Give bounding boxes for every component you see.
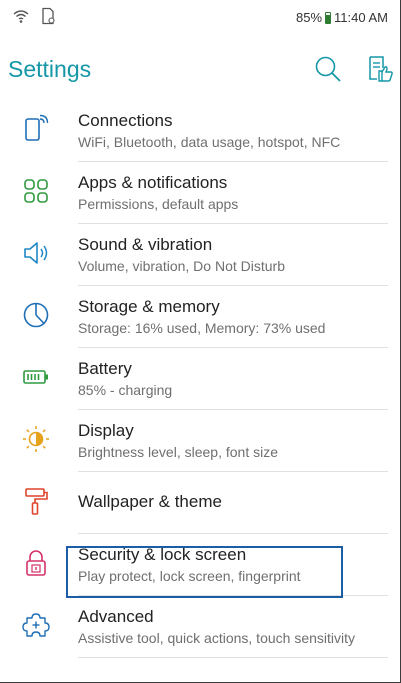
connections-icon (21, 114, 51, 144)
settings-item-wallpaper[interactable]: Wallpaper & theme (0, 472, 400, 534)
item-title: Storage & memory (78, 297, 220, 316)
item-title: Advanced (78, 607, 154, 626)
storage-pie-icon (21, 300, 51, 330)
app-bar: Settings (0, 42, 400, 98)
battery-icon (21, 362, 51, 392)
status-bar: 85% 11:40 AM (0, 0, 400, 34)
settings-item-battery[interactable]: Battery 85% - charging (0, 348, 400, 410)
item-title: Wallpaper & theme (78, 492, 222, 511)
puzzle-icon (21, 610, 51, 640)
item-title: Display (78, 421, 134, 440)
settings-item-advanced[interactable]: Advanced Assistive tool, quick actions, … (0, 596, 400, 658)
item-title: Security & lock screen (78, 545, 247, 564)
wifi-icon (12, 7, 30, 30)
paint-roller-icon (21, 486, 51, 516)
item-subtitle: Storage: 16% used, Memory: 73% used (78, 320, 326, 336)
feedback-icon[interactable] (366, 54, 396, 84)
sim-card-icon (40, 7, 56, 30)
item-subtitle: Volume, vibration, Do Not Disturb (78, 258, 285, 274)
item-subtitle: 85% - charging (78, 382, 173, 398)
speaker-icon (21, 238, 51, 268)
settings-item-connections[interactable]: Connections WiFi, Bluetooth, data usage,… (0, 100, 400, 162)
battery-percent: 85% (296, 10, 323, 25)
screen: 85% 11:40 AM Settings Connections WiFi, … (0, 0, 401, 683)
settings-item-display[interactable]: Display Brightness level, sleep, font si… (0, 410, 400, 472)
page-title: Settings (8, 56, 92, 82)
settings-item-sound[interactable]: Sound & vibration Volume, vibration, Do … (0, 224, 400, 286)
item-title: Sound & vibration (78, 235, 213, 254)
item-title: Battery (78, 359, 132, 378)
item-subtitle: WiFi, Bluetooth, data usage, hotspot, NF… (78, 134, 341, 150)
settings-list: Connections WiFi, Bluetooth, data usage,… (0, 100, 400, 658)
item-subtitle: Play protect, lock screen, fingerprint (78, 568, 301, 584)
settings-item-apps[interactable]: Apps & notifications Permissions, defaul… (0, 162, 400, 224)
battery-status-icon (325, 11, 332, 24)
item-subtitle: Permissions, default apps (78, 196, 239, 212)
divider (78, 657, 388, 658)
settings-item-security[interactable]: Security & lock screen Play protect, loc… (0, 534, 400, 596)
apps-grid-icon (21, 176, 51, 206)
lock-icon (21, 548, 51, 578)
brightness-icon (21, 424, 51, 454)
settings-item-storage[interactable]: Storage & memory Storage: 16% used, Memo… (0, 286, 400, 348)
clock: 11:40 AM (334, 10, 388, 25)
item-title: Apps & notifications (78, 173, 228, 192)
item-subtitle: Brightness level, sleep, font size (78, 444, 278, 460)
search-icon[interactable] (313, 54, 343, 84)
item-title: Connections (78, 111, 173, 130)
item-subtitle: Assistive tool, quick actions, touch sen… (78, 630, 356, 646)
